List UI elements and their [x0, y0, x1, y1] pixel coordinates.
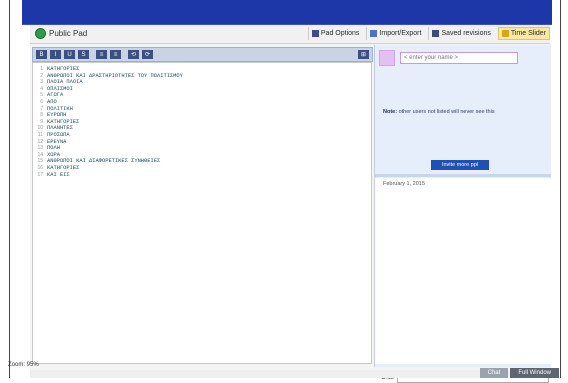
pad-header: Public Pad Pad Options Import/Export Sav… — [30, 25, 550, 44]
users-sidebar: Note: other users not listed will never … — [374, 45, 551, 383]
pad-options-label: Pad Options — [320, 30, 360, 37]
invite-button[interactable]: Invite more ppl — [431, 160, 489, 170]
line-number: 13 — [37, 145, 43, 152]
sidebar-divider[interactable] — [375, 174, 551, 177]
undo-button[interactable]: ⟲ — [128, 50, 139, 59]
line-number: 11 — [37, 131, 43, 138]
window-top-bar — [22, 0, 552, 25]
time-slider-label: Time Slider — [510, 30, 546, 37]
editor-line[interactable]: ΚΑΤΗΓΟΡΙΕΣ — [47, 119, 183, 126]
italic-button[interactable]: I — [50, 50, 61, 59]
line-number: 9 — [40, 118, 43, 125]
pad-editor[interactable]: 1 2 3 4 5 6 7 8 9 10 11 12 13 14 15 16 17 ΚΑΤΗΓΟΡΙΕΣ ΑΝΘΡ… — [32, 62, 372, 364]
indent-button[interactable]: ≡ — [110, 50, 121, 59]
time-slider-icon — [501, 30, 509, 37]
import-export-label: Import/Export — [379, 30, 422, 37]
editor-line[interactable]: ΠΟΛΙΤΙΚΗ — [47, 106, 183, 113]
line-number: 15 — [37, 158, 43, 165]
editor-line[interactable]: ΠΟΛΗ — [47, 145, 183, 152]
line-number: 12 — [37, 138, 43, 145]
line-number: 3 — [40, 79, 43, 86]
pad-logo-icon — [35, 28, 46, 39]
editor-text[interactable]: ΚΑΤΗΓΟΡΙΕΣ ΑΝΘΡΩΠΟΙ ΚΑΙ ΔΡΑΣΤΗΡΙΟΤΗΤΕΣ ΤΟ… — [47, 66, 183, 178]
status-bar — [30, 370, 550, 378]
line-number: 14 — [37, 151, 43, 158]
embed-button[interactable]: ⊞ — [358, 50, 369, 59]
pad-options-button[interactable]: Pad Options — [307, 27, 363, 40]
full-window-button[interactable]: Full Window — [510, 368, 559, 378]
line-number: 4 — [40, 85, 43, 92]
username-input[interactable] — [400, 52, 518, 64]
line-number: 16 — [37, 164, 43, 171]
editor-line[interactable]: ΚΑΤΗΓΟΡΙΕΣ — [47, 165, 183, 172]
editor-line[interactable]: ΚΑΤΗΓΟΡΙΕΣ — [47, 66, 183, 73]
chat-date: February 1, 2015 — [383, 181, 425, 187]
chat-area: February 1, 2015 — [375, 178, 551, 364]
editor-line[interactable]: ΑΓΩΓΑ — [47, 92, 183, 99]
editor-line[interactable]: ΕΥΡΩΠΗ — [47, 112, 183, 119]
underline-button[interactable]: U — [64, 50, 75, 59]
line-number: 2 — [40, 72, 43, 79]
line-number: 6 — [40, 98, 43, 105]
editor-line[interactable]: ΚΑΙ ΕΙΣ — [47, 172, 183, 179]
zoom-indicator[interactable]: Zoom: 95% — [8, 362, 39, 368]
import-export-button[interactable]: Import/Export — [366, 27, 425, 40]
editor-line[interactable]: ΧΩΡΑ — [47, 152, 183, 159]
editor-line[interactable]: ΠΛΑΝΗΤΕΣ — [47, 125, 183, 132]
header-buttons: Pad Options Import/Export Saved revision… — [307, 27, 550, 40]
bold-button[interactable]: B — [36, 50, 47, 59]
user-box — [379, 50, 518, 66]
saved-revisions-button[interactable]: Saved revisions — [428, 27, 494, 40]
sidebar-note: Note: other users not listed will never … — [383, 109, 543, 115]
pad-app: Public Pad Pad Options Import/Export Sav… — [30, 25, 551, 383]
strikethrough-button[interactable]: S — [78, 50, 89, 59]
saved-revisions-icon — [432, 30, 440, 37]
import-export-icon — [370, 30, 378, 37]
note-label: Note: — [383, 109, 398, 115]
note-text: other users not listed will never see th… — [398, 109, 495, 115]
editor-line[interactable]: ΑΝΘΡΩΠΟΙ ΚΑΙ ΔΡΑΣΤΗΡΙΟΤΗΤΕΣ ΤΟΥ ΠΟΛΙΤΙΣΜ… — [47, 73, 183, 80]
bullet-list-button[interactable]: ≡ — [96, 50, 107, 59]
line-number: 17 — [37, 171, 43, 178]
line-number: 5 — [40, 92, 43, 99]
editor-line[interactable]: ΠΡΟΣΩΠΑ — [47, 132, 183, 139]
saved-revisions-label: Saved revisions — [441, 30, 491, 37]
editor-toolbar: B I U S ≡ ≡ ⟲ ⟳ ⊞ — [32, 47, 373, 62]
line-number: 10 — [37, 125, 43, 132]
editor-line[interactable]: ΑΠΟ — [47, 99, 183, 106]
editor-line[interactable]: ΕΡΕΥΝΑ — [47, 139, 183, 146]
redo-button[interactable]: ⟳ — [142, 50, 153, 59]
pad-title: Public Pad — [49, 29, 88, 38]
time-slider-button[interactable]: Time Slider — [497, 27, 550, 40]
chat-button[interactable]: Chat — [479, 368, 509, 378]
user-color-swatch[interactable] — [379, 50, 395, 66]
editor-line[interactable]: ΑΝΘΡΩΠΟΙ ΚΑΙ ΔΙΑΦΟΡΕΤΙΚΕΣ ΣΥΝΗΘΕΙΕΣ — [47, 158, 183, 165]
pad-logo: Public Pad — [35, 28, 87, 39]
line-numbers: 1 2 3 4 5 6 7 8 9 10 11 12 13 14 15 16 17 — [33, 66, 43, 178]
line-number: 1 — [40, 66, 43, 72]
pad-options-icon — [311, 30, 319, 37]
bottom-buttons: Chat Full Window — [479, 368, 559, 378]
editor-line[interactable]: ΟΠΛΙΣΜΟΙ — [47, 86, 183, 93]
editor-line[interactable]: ΠΛΟΙΑ ΠΛΟΙΑ — [47, 79, 183, 86]
line-number: 7 — [40, 105, 43, 112]
line-number: 8 — [40, 112, 43, 119]
